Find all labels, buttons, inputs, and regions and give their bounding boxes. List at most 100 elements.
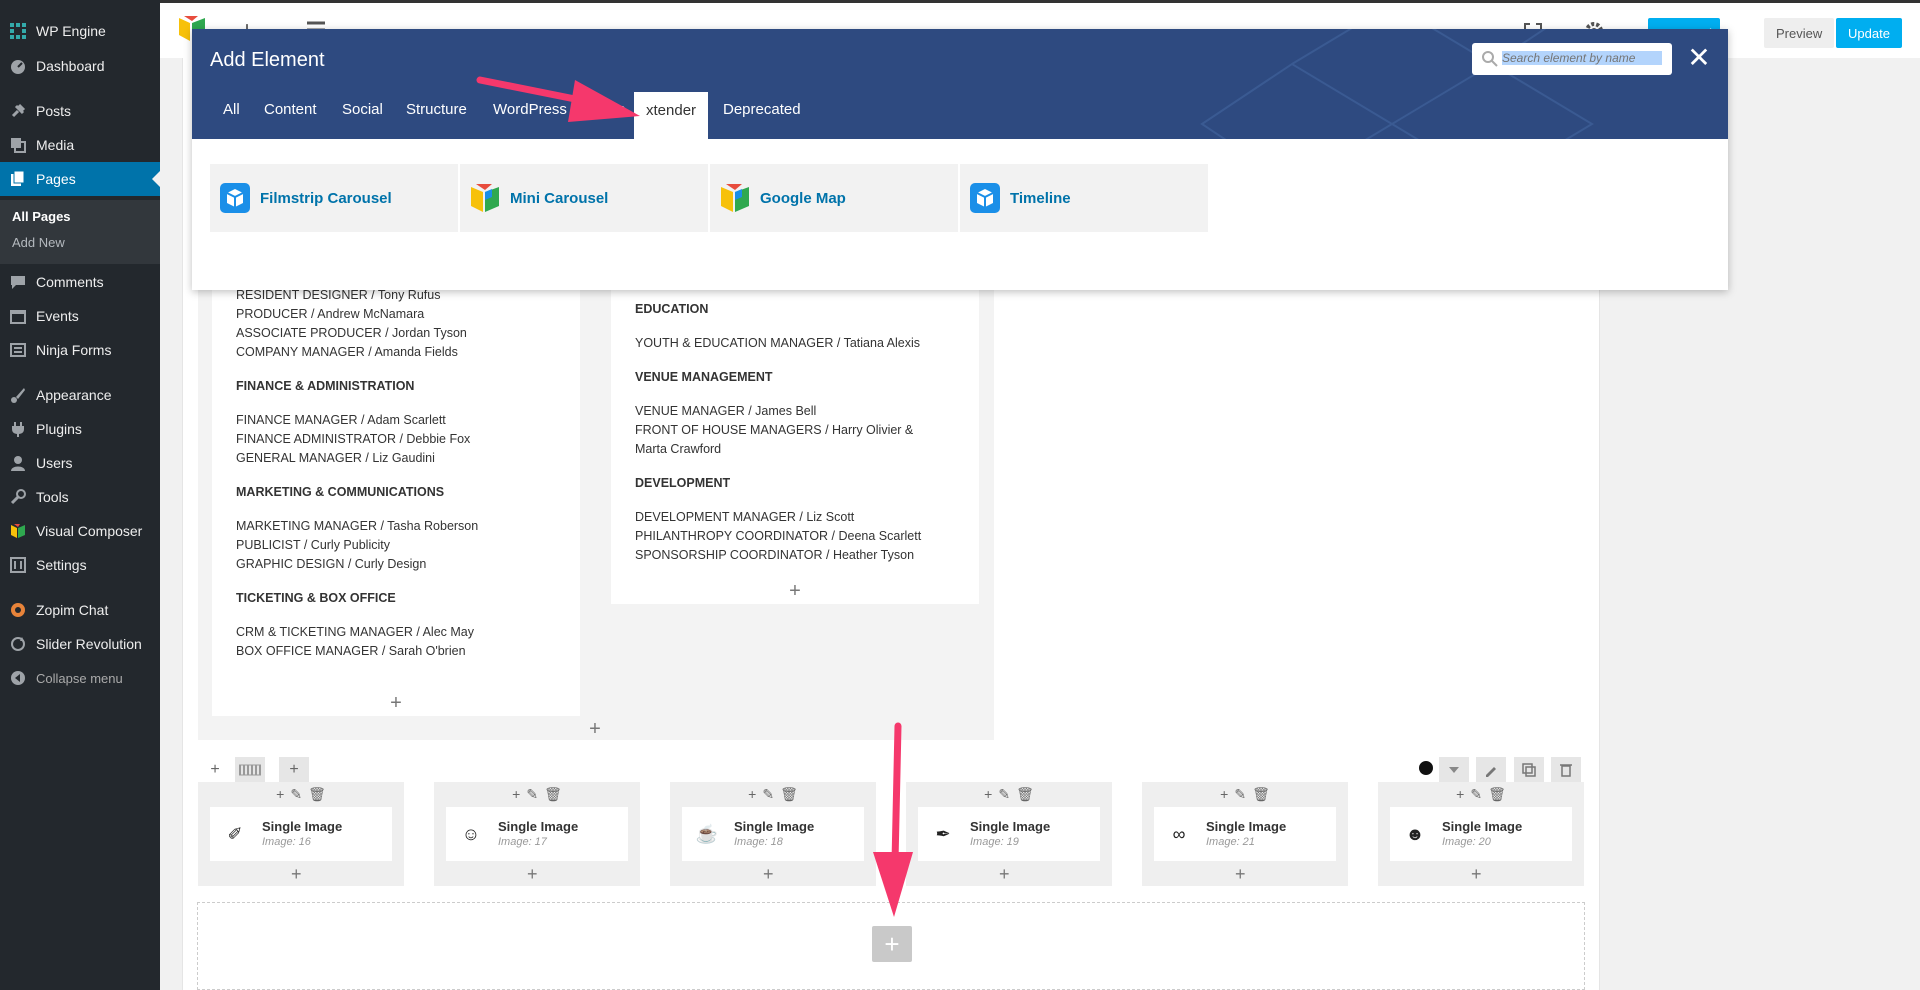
menu-item-users[interactable]: Users xyxy=(0,446,160,480)
add-element-plus[interactable]: + xyxy=(785,581,805,601)
staff-text-right: EDUCATION YOUTH & EDUCATION MANAGER / Ta… xyxy=(635,300,975,565)
staff-line: FRONT OF HOUSE MANAGERS / Harry Olivier … xyxy=(635,423,914,437)
element-mini-carousel[interactable]: Mini Carousel xyxy=(460,164,708,232)
single-image-element[interactable]: ☕ Single Image Image: 18 xyxy=(682,807,864,861)
vc-logo-icon xyxy=(471,184,499,212)
menu-item-media[interactable]: Media xyxy=(0,128,160,162)
menu-item-slider-revolution[interactable]: Slider Revolution xyxy=(0,627,160,661)
staff-column-right[interactable]: EDUCATION YOUTH & EDUCATION MANAGER / Ta… xyxy=(611,240,979,604)
calendar-icon xyxy=(8,306,28,326)
collapse-icon xyxy=(8,668,28,688)
menu-item-events[interactable]: Events xyxy=(0,299,160,333)
single-image-element[interactable]: ✒ Single Image Image: 19 xyxy=(918,807,1100,861)
delete-row-icon[interactable] xyxy=(1551,757,1581,783)
menu-item-posts[interactable]: Posts xyxy=(0,94,160,128)
close-icon[interactable]: ✕ xyxy=(1686,43,1712,73)
tab-all[interactable]: All xyxy=(223,101,240,118)
tab-social[interactable]: Social xyxy=(342,101,383,118)
update-button[interactable]: Update xyxy=(1836,18,1902,48)
element-label: Mini Carousel xyxy=(510,189,609,207)
wpengine-icon xyxy=(8,21,28,41)
image-column[interactable]: + ✎ 🗑 ☻ Single Image Image: 20 + xyxy=(1378,782,1584,886)
menu-label: Settings xyxy=(36,557,87,573)
add-element-plus[interactable]: + xyxy=(1471,865,1482,883)
element-title: Single Image xyxy=(262,819,343,834)
trash-icon[interactable]: 🗑 xyxy=(308,786,326,803)
staff-line: PHILANTHROPY COORDINATOR / Deena Scarlet… xyxy=(635,529,922,543)
add-element-plus[interactable]: + xyxy=(999,865,1010,883)
collapse-label: Collapse menu xyxy=(36,670,123,686)
staff-line: CRM & TICKETING MANAGER / Alec May xyxy=(236,625,475,639)
add-icon[interactable]: + xyxy=(512,786,520,803)
menu-item-ninja-forms[interactable]: Ninja Forms xyxy=(0,333,160,367)
single-image-element[interactable]: ☻ Single Image Image: 20 xyxy=(1390,807,1572,861)
menu-label: Tools xyxy=(36,489,69,505)
trash-icon[interactable]: 🗑 xyxy=(1488,786,1506,803)
image-column[interactable]: + ✎ 🗑 ✐ Single Image Image: 16 + xyxy=(198,782,404,886)
menu-label: Posts xyxy=(36,103,72,119)
row-layout-icon[interactable] xyxy=(235,757,265,783)
menu-item-zopim-chat[interactable]: Zopim Chat xyxy=(0,593,160,627)
add-element-plus[interactable]: + xyxy=(1235,865,1246,883)
column-actions: + ✎ 🗑 xyxy=(906,786,1112,803)
menu-item-appearance[interactable]: Appearance xyxy=(0,378,160,412)
add-element-plus[interactable]: + xyxy=(386,693,406,713)
row-add-column-icon[interactable]: + xyxy=(279,757,309,783)
tab-content[interactable]: Content xyxy=(264,101,317,118)
add-element-plus[interactable]: + xyxy=(291,865,302,883)
staff-column-left[interactable]: RESIDENT DESIGNER / Tony Rufus PRODUCER … xyxy=(212,240,580,716)
add-icon[interactable]: + xyxy=(276,786,284,803)
edit-icon[interactable]: ✎ xyxy=(1470,786,1482,803)
menu-item-visual-composer[interactable]: Visual Composer xyxy=(0,514,160,548)
trash-icon[interactable]: 🗑 xyxy=(1016,786,1034,803)
add-element-plus[interactable]: + xyxy=(763,865,774,883)
trash-icon[interactable]: 🗑 xyxy=(544,786,562,803)
clone-row-icon[interactable] xyxy=(1514,757,1544,783)
submenu-all-pages[interactable]: All Pages xyxy=(12,209,71,224)
image-column[interactable]: + ✎ 🗑 ✒ Single Image Image: 19 + xyxy=(906,782,1112,886)
add-icon[interactable]: + xyxy=(748,786,756,803)
edit-icon[interactable]: ✎ xyxy=(290,786,302,803)
edit-icon[interactable]: ✎ xyxy=(998,786,1010,803)
tab-deprecated[interactable]: Deprecated xyxy=(723,101,801,118)
menu-item-pages[interactable]: Pages xyxy=(0,162,160,196)
menu-item-settings[interactable]: Settings xyxy=(0,548,160,582)
single-image-element[interactable]: ∞ Single Image Image: 21 xyxy=(1154,807,1336,861)
add-icon[interactable]: + xyxy=(1220,786,1228,803)
chevron-down-icon[interactable] xyxy=(1439,757,1469,783)
row-add-icon[interactable]: + xyxy=(200,757,230,783)
menu-item-dashboard[interactable]: Dashboard xyxy=(0,49,160,83)
single-image-element[interactable]: ☺ Single Image Image: 17 xyxy=(446,807,628,861)
menu-item-plugins[interactable]: Plugins xyxy=(0,412,160,446)
edit-icon[interactable]: ✎ xyxy=(526,786,538,803)
image-column[interactable]: + ✎ 🗑 ☕ Single Image Image: 18 + xyxy=(670,782,876,886)
menu-item-tools[interactable]: Tools xyxy=(0,480,160,514)
add-row-button[interactable]: + xyxy=(872,926,912,962)
trash-icon[interactable]: 🗑 xyxy=(780,786,798,803)
collapse-menu[interactable]: Collapse menu xyxy=(0,661,160,695)
section-heading: FINANCE & ADMINISTRATION xyxy=(236,379,415,393)
element-search[interactable] xyxy=(1472,43,1672,75)
image-column[interactable]: + ✎ 🗑 ∞ Single Image Image: 21 + xyxy=(1142,782,1348,886)
element-timeline[interactable]: Timeline xyxy=(960,164,1208,232)
edit-icon[interactable]: ✎ xyxy=(762,786,774,803)
preview-button[interactable]: Preview xyxy=(1764,18,1835,48)
edit-row-icon[interactable] xyxy=(1476,757,1506,783)
add-icon[interactable]: + xyxy=(984,786,992,803)
add-column-plus[interactable]: + xyxy=(585,719,605,739)
element-google-map[interactable]: Google Map xyxy=(710,164,958,232)
submenu-add-new[interactable]: Add New xyxy=(12,235,65,250)
menu-item-comments[interactable]: Comments xyxy=(0,265,160,299)
image-thumbnail: ✒ xyxy=(935,823,951,844)
image-column[interactable]: + ✎ 🗑 ☺ Single Image Image: 17 + xyxy=(434,782,640,886)
search-input[interactable] xyxy=(1502,51,1662,65)
tab-structure[interactable]: Structure xyxy=(406,101,467,118)
trash-icon[interactable]: 🗑 xyxy=(1252,786,1270,803)
add-icon[interactable]: + xyxy=(1456,786,1464,803)
element-filmstrip-carousel[interactable]: Filmstrip Carousel xyxy=(210,164,458,232)
add-element-modal: Add Element ✕ All Content Social Structu… xyxy=(192,29,1728,290)
menu-item-wpengine[interactable]: WP Engine xyxy=(0,14,160,48)
add-element-plus[interactable]: + xyxy=(527,865,538,883)
single-image-element[interactable]: ✐ Single Image Image: 16 xyxy=(210,807,392,861)
edit-icon[interactable]: ✎ xyxy=(1234,786,1246,803)
